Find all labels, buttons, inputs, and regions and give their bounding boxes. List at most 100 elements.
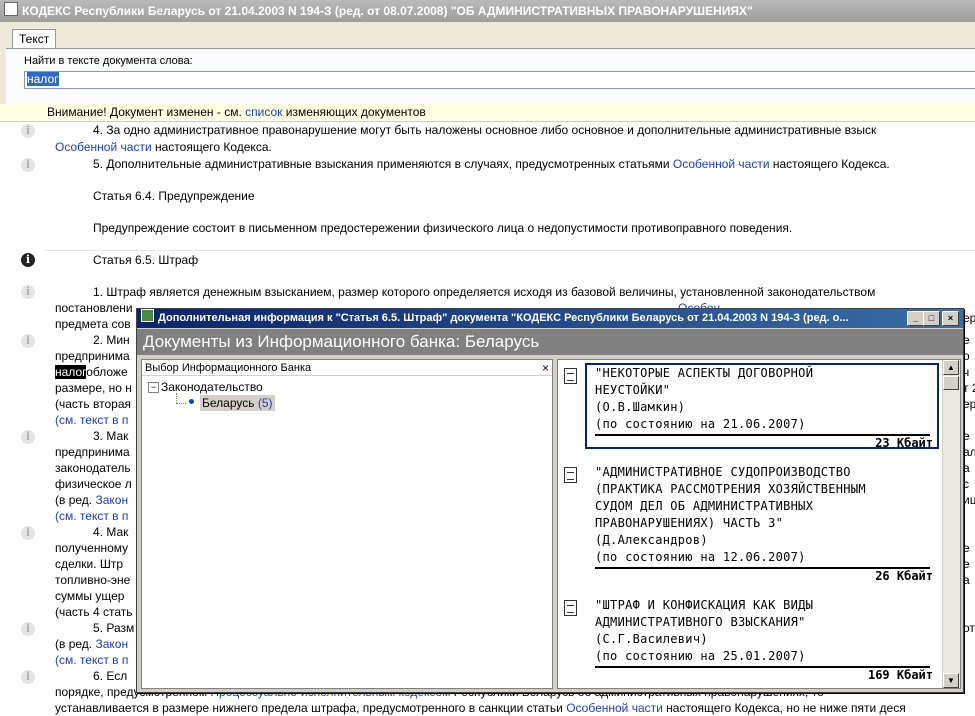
paragraph-text: настоящего Кодекса.: [769, 157, 890, 171]
paragraph-fragment: ал: [963, 445, 975, 459]
special-part-link[interactable]: Особенной части: [566, 701, 663, 715]
law-link[interactable]: Закон: [95, 493, 128, 507]
bullet-icon: [189, 399, 194, 404]
find-label: Найти в тексте документа слова:: [24, 55, 193, 67]
vertical-scrollbar[interactable]: ▲ ▼: [942, 360, 960, 688]
info-icon[interactable]: i: [21, 526, 35, 540]
dialog-title: Дополнительная информация к "Статья 6.5.…: [158, 312, 849, 324]
paragraph-fragment: а: [963, 461, 970, 475]
paragraph: Предупреждение состоит в письменном пред…: [93, 221, 793, 235]
article-title: Статья 6.5. Штраф: [93, 253, 199, 267]
tab-text[interactable]: Текст: [12, 29, 57, 49]
search-toolbar: Текст Найти в тексте документа слова: на…: [0, 22, 975, 105]
paragraph-fragment: с: [963, 477, 969, 491]
document-status: (по состоянию на 25.01.2007): [595, 649, 806, 663]
info-icon[interactable]: i: [21, 253, 35, 267]
info-bank-selector-title: Выбор Информационного Банка: [145, 362, 312, 374]
info-icon[interactable]: i: [21, 622, 35, 636]
paragraph-text: (в ред.: [55, 493, 96, 507]
paragraph-fragment: иц: [963, 493, 975, 507]
tree-line: [176, 403, 186, 404]
tree-node-belarus-count: (5): [257, 396, 273, 410]
minimize-button[interactable]: _: [907, 311, 924, 326]
dialog-titlebar[interactable]: Дополнительная информация к "Статья 6.5.…: [137, 309, 963, 328]
app-icon: [4, 2, 18, 16]
info-icon[interactable]: i: [21, 124, 35, 138]
document-size: 26 Кбайт: [875, 569, 933, 583]
scroll-down-icon[interactable]: ▼: [943, 673, 959, 688]
document-list-pane: "НЕКОТОРЫЕ АСПЕКТЫ ДОГОВОРНОЙ НЕУСТОЙКИ" (…: [557, 359, 961, 689]
law-link[interactable]: Закон: [95, 637, 128, 651]
paragraph-fragment: а: [963, 573, 970, 587]
paragraph-fragment: от: [963, 621, 975, 635]
document-author: (О.В.Шамкин): [595, 400, 686, 414]
special-part-link[interactable]: Особенной части: [673, 157, 770, 171]
warning-prefix: Внимание! Документ изменен - см.: [47, 105, 246, 119]
document-title-line: АДМИНИСТРАТИВНОГО ВЗЫСКАНИЯ": [595, 615, 806, 629]
tree-node-belarus-label: Беларусь: [202, 396, 255, 410]
special-part-link[interactable]: Особенной части: [55, 140, 152, 154]
document-icon: [564, 467, 577, 483]
paragraph: 4. За одно административное правонарушен…: [93, 123, 877, 137]
divider: [45, 250, 975, 251]
info-icon[interactable]: i: [21, 334, 35, 348]
paragraph-fragment: е: [963, 429, 970, 443]
search-input[interactable]: налог: [24, 71, 975, 89]
info-bank-selector: Выбор Информационного Банка × − Законода…: [141, 359, 553, 689]
paragraph-fragment: о: [963, 349, 970, 363]
article-title: Статья 6.4. Предупреждение: [93, 189, 255, 203]
paragraph-text: 5. Дополнительные административные взыск…: [93, 157, 673, 171]
paragraph: 1. Штраф является денежным взысканием, р…: [93, 285, 876, 299]
scroll-thumb[interactable]: [943, 376, 959, 390]
paragraph-text: настоящего Кодекса, но не ниже пяти деся: [662, 701, 906, 715]
document-icon: [564, 368, 577, 384]
changes-list-link[interactable]: список: [245, 105, 282, 119]
dialog-header: Документы из Информационного банка: Бела…: [137, 329, 963, 355]
info-icon[interactable]: i: [21, 158, 35, 172]
paragraph-text: устанавливается в размере нижнего предел…: [55, 701, 567, 715]
tab-panel: Найти в тексте документа слова: налог: [6, 48, 975, 105]
document-title-line: (ПРАКТИКА РАССМОТРЕНИЯ ХОЗЯЙСТВЕННЫМ: [595, 482, 866, 496]
document-title-line: "ШТРАФ И КОНФИСКАЦИЯ КАК ВИДЫ: [595, 598, 814, 612]
additional-info-dialog: Дополнительная информация к "Статья 6.5.…: [136, 308, 964, 693]
search-input-value: налог: [27, 72, 59, 86]
close-button[interactable]: ×: [942, 311, 959, 326]
main-window-titlebar: КОДЕКС Республики Беларусь от 21.04.2003…: [0, 0, 975, 22]
document-title-line: ПРАВОНАРУШЕНИЯХ) ЧАСТЬ 3": [595, 516, 784, 530]
warning-suffix: изменяющих документов: [282, 105, 426, 119]
document-status: (по состоянию на 21.06.2007): [595, 417, 806, 431]
maximize-button[interactable]: □: [923, 311, 940, 326]
document-title-line: "НЕКОТОРЫЕ АСПЕКТЫ ДОГОВОРНОЙ: [595, 366, 814, 380]
paragraph-fragment: ер: [963, 311, 975, 325]
tree-line: [176, 393, 177, 403]
info-icon[interactable]: i: [21, 285, 35, 299]
document-status: (по состоянию на 12.06.2007): [595, 550, 806, 564]
document-icon: [564, 600, 577, 616]
document-author: (Д.Александров): [595, 533, 708, 547]
paragraph-line: устанавливается в размере нижнего предел…: [55, 700, 975, 716]
tree-node-belarus[interactable]: Беларусь (5): [200, 395, 275, 411]
paragraph-text: обложе: [86, 365, 128, 379]
main-window-title: КОДЕКС Республики Беларусь от 21.04.2003…: [22, 4, 753, 18]
scroll-up-icon[interactable]: ▲: [943, 360, 959, 375]
paragraph-fragment: ер: [963, 397, 975, 411]
info-icon[interactable]: i: [21, 430, 35, 444]
document-size: 23 Кбайт: [875, 436, 933, 450]
dialog-app-icon: [141, 309, 154, 322]
tree-collapse-icon[interactable]: −: [148, 382, 159, 393]
document-list: "НЕКОТОРЫЕ АСПЕКТЫ ДОГОВОРНОЙ НЕУСТОЙКИ" (…: [558, 360, 941, 688]
document-title-line: НЕУСТОЙКИ": [595, 383, 671, 397]
document-size: 169 Кбайт: [867, 668, 933, 682]
paragraph-fragment: ч: [963, 365, 970, 379]
search-hit: налог: [55, 365, 87, 379]
paragraph-fragment: т 2: [963, 381, 975, 395]
paragraph: Особенной части настоящего Кодекса.: [55, 139, 975, 156]
paragraph-text: (в ред.: [55, 637, 96, 651]
pane-close-icon[interactable]: ×: [542, 360, 549, 376]
info-bank-selector-header: Выбор Информационного Банка ×: [142, 360, 552, 376]
paragraph-fragment: е: [963, 557, 970, 571]
paragraph-fragment: е: [963, 541, 970, 555]
paragraph-text: настоящего Кодекса.: [151, 140, 272, 154]
info-icon[interactable]: i: [21, 670, 35, 684]
document-author: (С.Г.Василевич): [595, 632, 708, 646]
